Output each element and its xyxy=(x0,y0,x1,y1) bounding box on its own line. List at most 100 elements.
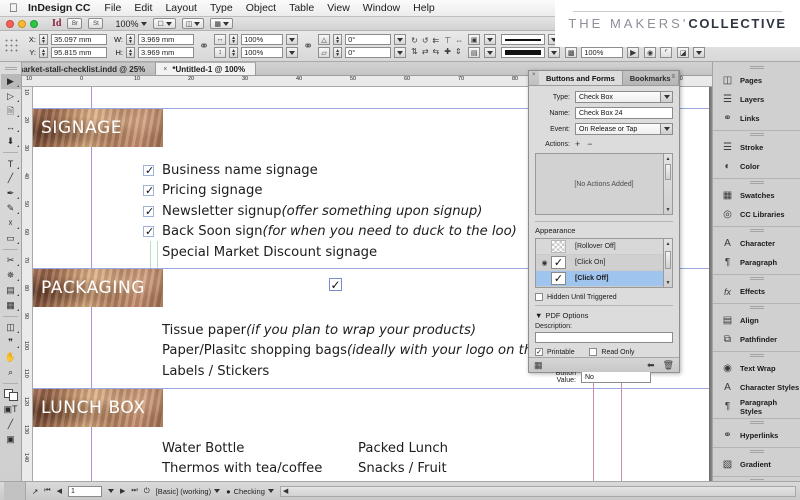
screen-mode-button[interactable]: ☐ xyxy=(153,18,176,29)
opacity-input[interactable]: 100% xyxy=(581,47,624,58)
scale-y-stepper[interactable]: ▲ ▼ xyxy=(229,47,239,58)
zoom-tool[interactable]: ⌕ xyxy=(1,365,21,380)
corner-shape-button[interactable]: ◪ xyxy=(677,47,690,58)
appearance-row-click-off[interactable]: ✓ [Click Off] xyxy=(536,271,672,287)
bridge-button[interactable]: Br xyxy=(67,18,83,29)
menu-type[interactable]: Type xyxy=(210,2,233,14)
tab-buttons-and-forms[interactable]: Buttons and Forms xyxy=(539,71,623,85)
close-icon[interactable]: × xyxy=(532,72,536,78)
text-wrap-object-button[interactable]: ◉ xyxy=(644,47,657,58)
stroke-weight-dropdown[interactable] xyxy=(548,47,561,58)
apply-none-button[interactable]: ╱ xyxy=(1,417,21,432)
dock-item-pages[interactable]: ◫ Pages xyxy=(713,71,800,90)
distribute-vertical-button[interactable]: ⇕ xyxy=(455,47,462,56)
list-item[interactable]: ✓ Back Soon sign (for when you need to d… xyxy=(143,222,517,243)
appearance-thumbnail[interactable]: ✓ xyxy=(551,272,566,285)
dock-group-grip[interactable] xyxy=(749,306,764,309)
previous-page-button[interactable]: ◀ xyxy=(57,487,62,495)
shear-input[interactable]: 0° xyxy=(345,47,392,58)
constrain-proportions-wh-icon[interactable]: ⚭ xyxy=(199,39,209,53)
actions-list-scrollbar[interactable]: ▲ ▼ xyxy=(663,154,672,214)
flip-both-button[interactable]: ⇄ xyxy=(422,47,429,56)
document-tab-untitled[interactable]: × *Untitled-1 @ 100% xyxy=(156,62,257,75)
add-action-button[interactable]: + xyxy=(575,139,580,149)
menu-object[interactable]: Object xyxy=(246,2,276,14)
type-tool[interactable]: T xyxy=(1,156,21,171)
dock-item-stroke[interactable]: ☰ Stroke xyxy=(713,138,800,157)
panel-menu-icon[interactable]: ≡ xyxy=(671,74,676,80)
zoom-window-button[interactable] xyxy=(30,19,38,28)
appearance-list[interactable]: [Rollover Off] ◉ ✓ [Click On] ✓ [Click O… xyxy=(535,238,673,288)
container-dropdown[interactable] xyxy=(484,34,497,45)
free-transform-tool[interactable]: ✵ xyxy=(1,268,21,283)
dock-item-swatches[interactable]: ▦ Swatches xyxy=(713,186,800,205)
w-stepper[interactable]: ▲ ▼ xyxy=(126,34,135,45)
appearance-list-scrollbar[interactable]: ▲ ▼ xyxy=(663,239,672,287)
delete-icon[interactable]: 🗑 xyxy=(663,360,674,371)
apple-logo-icon[interactable]:  xyxy=(9,2,18,14)
share-my-screen-icon[interactable]: ↗ xyxy=(32,487,38,496)
stroke-weight-swatch[interactable] xyxy=(501,47,546,58)
read-only-checkbox[interactable] xyxy=(589,348,598,356)
rotation-dropdown[interactable] xyxy=(394,34,407,45)
list-item[interactable]: Snacks / Fruit xyxy=(358,459,448,480)
pencil-tool[interactable]: ✎ xyxy=(1,201,21,216)
event-select[interactable]: On Release or Tap xyxy=(575,123,673,135)
scroll-thumb[interactable] xyxy=(665,251,671,269)
chevron-down-icon[interactable] xyxy=(660,92,672,102)
direct-selection-tool[interactable]: ▷ xyxy=(1,89,21,104)
hidden-until-triggered-row[interactable]: Hidden Until Triggered xyxy=(535,293,673,301)
align-center-button[interactable]: ✚ xyxy=(444,47,451,56)
gradient-swatch-tool[interactable]: ▤ xyxy=(1,283,21,298)
scale-x-dropdown[interactable] xyxy=(286,34,299,45)
dock-item-paragraph-styles[interactable]: ¶ Paragraph Styles xyxy=(713,397,800,416)
y-stepper[interactable]: ▲ ▼ xyxy=(39,47,48,58)
page-tool[interactable]: 🗎 xyxy=(1,104,21,119)
select-content-button[interactable]: ▤ xyxy=(468,47,481,58)
normal-view-mode-button[interactable]: ▣ xyxy=(1,432,21,447)
list-item[interactable]: Thermos with tea/coffee xyxy=(162,459,322,480)
scroll-down-icon[interactable]: ▼ xyxy=(664,278,672,287)
chevron-down-icon[interactable] xyxy=(660,124,672,134)
y-input[interactable]: 95.815 mm xyxy=(51,47,107,58)
scroll-thumb[interactable] xyxy=(665,164,671,180)
hand-tool[interactable]: ✋ xyxy=(1,350,21,365)
content-dropdown[interactable] xyxy=(484,47,497,58)
h-stepper[interactable]: ▲ ▼ xyxy=(126,47,135,58)
preflight-indicator-icon[interactable]: ⏻ xyxy=(144,486,150,496)
close-icon[interactable]: × xyxy=(163,66,167,73)
preflight-status[interactable]: ● Checking xyxy=(226,487,274,496)
stroke-swatch[interactable] xyxy=(8,391,18,401)
name-input[interactable]: Check Box 24 xyxy=(575,107,673,119)
section-band-signage[interactable]: SIGNAGE xyxy=(33,109,163,147)
dock-item-cc-libraries[interactable]: ◎ CC Libraries xyxy=(713,205,800,224)
rotate-ccw-button[interactable]: ↻ xyxy=(411,36,418,45)
list-item[interactable]: Water Bottle xyxy=(162,438,322,459)
page-number-input[interactable]: 1 xyxy=(68,485,102,497)
appearance-thumbnail[interactable] xyxy=(551,240,566,253)
dock-group-grip[interactable] xyxy=(749,277,764,280)
scroll-left-icon[interactable]: ◀ xyxy=(281,487,288,495)
stroke-style-swatch[interactable] xyxy=(501,34,546,45)
preflight-profile-select[interactable]: [Basic] (working) xyxy=(156,487,221,496)
menu-help[interactable]: Help xyxy=(413,2,435,14)
menu-window[interactable]: Window xyxy=(363,2,400,14)
flip-vertical-button[interactable]: ⇅ xyxy=(411,47,418,56)
dock-item-links[interactable]: ⚭ Links xyxy=(713,109,800,128)
type-select[interactable]: Check Box xyxy=(575,91,673,103)
description-input[interactable] xyxy=(535,332,673,343)
align-top-button[interactable]: ⊤ xyxy=(444,36,451,45)
document-tab-market-stall[interactable]: × market-stall-checklist.indd @ 25% xyxy=(0,62,157,75)
select-container-button[interactable]: ▣ xyxy=(468,34,481,45)
section-band-lunch-box[interactable]: LUNCH BOX xyxy=(33,389,163,427)
horizontal-scrollbar[interactable]: ◀ xyxy=(279,485,796,497)
scroll-up-icon[interactable]: ▲ xyxy=(664,154,672,163)
dock-item-text-wrap[interactable]: ◉ Text Wrap xyxy=(713,359,800,378)
button-value-input[interactable]: No xyxy=(581,371,651,383)
menu-edit[interactable]: Edit xyxy=(134,2,152,14)
scale-y-input[interactable]: 100% xyxy=(241,47,284,58)
constrain-proportions-scale-icon[interactable]: ⚭ xyxy=(303,39,313,53)
fill-stroke-proxy[interactable] xyxy=(3,388,18,401)
chevron-down-icon[interactable] xyxy=(108,489,114,493)
buttons-and-forms-panel[interactable]: × Buttons and Forms Bookmarks ≡ Type: Ch… xyxy=(528,70,680,384)
